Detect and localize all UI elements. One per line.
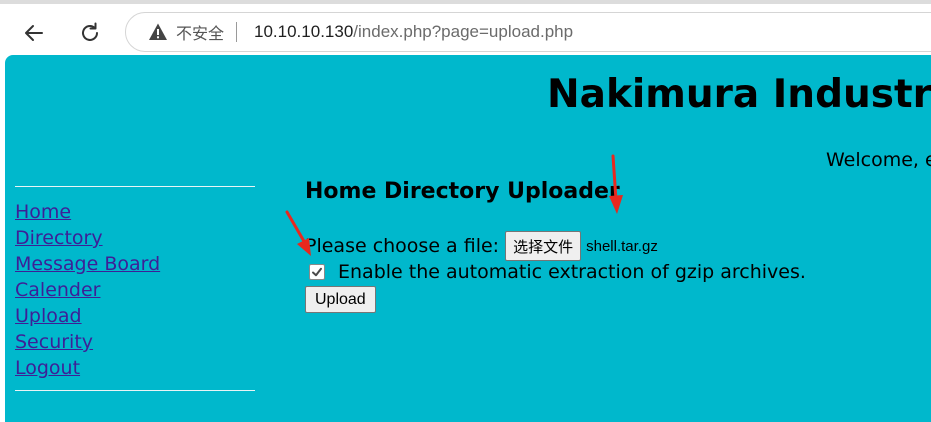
nav-link-security[interactable]: Security: [15, 329, 255, 355]
url-host: 10.10.10.130: [254, 22, 354, 41]
refresh-icon: [82, 22, 98, 41]
reload-button[interactable]: [74, 17, 106, 49]
file-chooser-row: Please choose a file: 选择文件 shell.tar.gz: [305, 231, 658, 261]
warning-triangle-icon[interactable]: [148, 22, 168, 42]
back-button[interactable]: [18, 17, 50, 49]
nav-link-calender[interactable]: Calender: [15, 277, 255, 303]
sidebar-divider-top: [15, 186, 255, 187]
checkmark-icon: [312, 267, 322, 277]
extract-gzip-label: Enable the automatic extraction of gzip …: [338, 261, 806, 283]
welcome-message: Welcome, e: [826, 149, 931, 171]
address-bar[interactable]: 不安全 10.10.10.130/index.php?page=upload.p…: [125, 12, 931, 52]
url-path: /index.php?page=upload.php: [353, 22, 574, 41]
nav-link-upload[interactable]: Upload: [15, 303, 255, 329]
selected-file-name: shell.tar.gz: [586, 237, 658, 255]
site-title: Nakimura Industrie: [547, 72, 931, 117]
address-divider: [236, 22, 238, 42]
choose-file-label: Please choose a file:: [305, 235, 500, 257]
arrow-left-icon: [25, 25, 43, 41]
upload-button[interactable]: Upload: [305, 286, 376, 313]
nav-link-message-board[interactable]: Message Board: [15, 251, 255, 277]
uploader-heading: Home Directory Uploader: [305, 179, 620, 204]
url-text[interactable]: 10.10.10.130/index.php?page=upload.php: [254, 22, 573, 42]
nav-link-directory[interactable]: Directory: [15, 225, 255, 251]
sidebar-divider-bottom: [15, 390, 255, 391]
extract-option-row: Enable the automatic extraction of gzip …: [309, 261, 806, 283]
security-status-label[interactable]: 不安全: [176, 20, 224, 44]
nav-link-logout[interactable]: Logout: [15, 355, 255, 381]
page-viewport: Nakimura Industrie Welcome, e Home Direc…: [5, 55, 931, 422]
sidebar-nav: Home Directory Message Board Calender Up…: [15, 199, 255, 381]
extract-gzip-checkbox[interactable]: [309, 264, 325, 280]
nav-link-home[interactable]: Home: [15, 199, 255, 225]
choose-file-button[interactable]: 选择文件: [505, 231, 582, 261]
browser-toolbar: 不安全 10.10.10.130/index.php?page=upload.p…: [0, 0, 931, 58]
